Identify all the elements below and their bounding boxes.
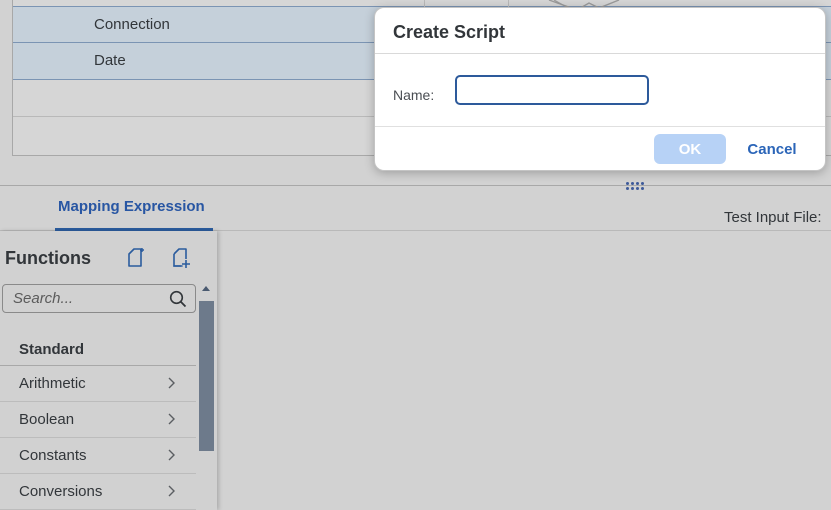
ok-button[interactable]: OK xyxy=(654,134,726,164)
functions-panel: Functions Standard Arithmetic Boolean Co… xyxy=(0,231,217,510)
search-input[interactable] xyxy=(3,285,163,312)
function-item-constants[interactable]: Constants xyxy=(0,438,196,474)
search-icon[interactable] xyxy=(169,290,187,308)
add-function-icon[interactable] xyxy=(170,247,192,269)
script-name-input[interactable] xyxy=(455,75,649,105)
function-item-arithmetic[interactable]: Arithmetic xyxy=(0,366,196,402)
dialog-footer: OK Cancel xyxy=(375,126,825,172)
test-input-file-label: Test Input File: xyxy=(724,209,822,226)
function-search[interactable] xyxy=(2,284,196,313)
tab-mapping-expression[interactable]: Mapping Expression xyxy=(55,186,213,231)
chevron-right-icon xyxy=(168,485,175,497)
new-script-icon[interactable] xyxy=(125,247,147,269)
scrollbar-thumb[interactable] xyxy=(199,301,214,451)
function-item-boolean[interactable]: Boolean xyxy=(0,402,196,438)
dialog-body: Name: xyxy=(375,54,825,126)
chevron-right-icon xyxy=(168,449,175,461)
function-item-label: Conversions xyxy=(19,483,103,500)
function-item-label: Boolean xyxy=(19,411,75,428)
group-label: Standard xyxy=(19,341,85,358)
function-group-header: Standard xyxy=(0,331,196,366)
scroll-up-arrow-icon[interactable] xyxy=(202,286,210,291)
functions-title: Functions xyxy=(5,248,91,268)
dialog-title: Create Script xyxy=(393,22,506,42)
name-label: Name: xyxy=(393,87,435,103)
tab-label: Mapping Expression xyxy=(58,198,205,215)
table-cell-name: Connection xyxy=(94,16,170,33)
function-item-conversions[interactable]: Conversions xyxy=(0,474,196,510)
function-item-label: Arithmetic xyxy=(19,375,86,392)
chevron-right-icon xyxy=(168,413,175,425)
function-item-label: Constants xyxy=(19,447,87,464)
table-cell-name: Date xyxy=(94,52,126,69)
scrollbar[interactable] xyxy=(198,283,216,510)
tab-bar: Mapping Expression Test Input File: xyxy=(0,186,831,231)
dialog-header: Create Script xyxy=(375,8,825,54)
cancel-button[interactable]: Cancel xyxy=(737,134,807,164)
create-script-dialog: Create Script Name: OK Cancel xyxy=(374,7,826,171)
chevron-right-icon xyxy=(168,377,175,389)
